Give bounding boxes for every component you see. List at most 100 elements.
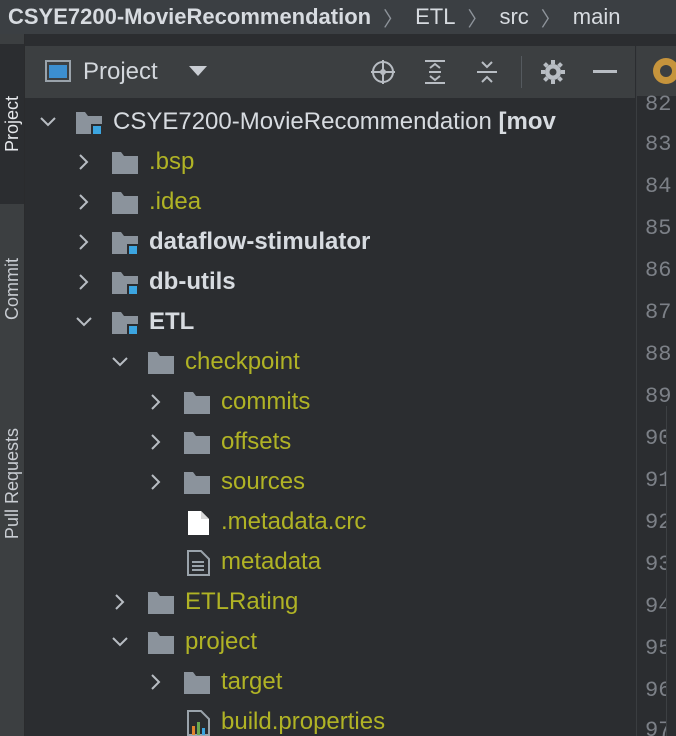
tab-project-label: Project xyxy=(1,95,22,153)
root-name: CSYE7200-MovieRecommendation xyxy=(113,108,492,135)
line-number: 84 xyxy=(645,174,672,199)
tree-label-dataflow-stimulator: dataflow-stimulator xyxy=(149,228,371,255)
tab-commit-label: Commit xyxy=(1,258,22,320)
tree-label-project: project xyxy=(185,628,258,655)
tree-row-offsets[interactable]: offsets xyxy=(25,422,635,462)
text-file-icon xyxy=(187,550,210,576)
tree-label-etl: ETL xyxy=(149,308,195,335)
editor-tab[interactable] xyxy=(637,46,676,96)
tree-row-bsp[interactable]: .bsp xyxy=(25,142,635,182)
chevron-down-icon[interactable] xyxy=(111,633,129,651)
folder-icon xyxy=(184,672,210,694)
chevron-down-icon[interactable] xyxy=(75,313,93,331)
tree-label-root: CSYE7200-MovieRecommendation [mov xyxy=(113,108,556,136)
tree-row-etlrating[interactable]: ETLRating xyxy=(25,582,635,622)
tree-label-db-utils: db-utils xyxy=(149,268,236,295)
chevron-right-icon[interactable] xyxy=(75,193,93,211)
module-folder-icon xyxy=(76,112,103,136)
module-folder-icon xyxy=(112,232,139,256)
breadcrumb: CSYE7200-MovieRecommendation 〉 ETL 〉 src… xyxy=(0,0,676,34)
tree-row-db-utils[interactable]: db-utils xyxy=(25,262,635,302)
line-number: 87 xyxy=(645,300,672,325)
project-panel-header: Project xyxy=(25,46,635,99)
tree-row-checkpoint[interactable]: checkpoint xyxy=(25,342,635,382)
line-number: 88 xyxy=(645,342,672,367)
chevron-right-icon[interactable] xyxy=(75,273,93,291)
file-icon xyxy=(188,511,209,535)
folder-icon xyxy=(112,152,138,174)
tree-label-idea: .idea xyxy=(149,188,202,215)
tree-label-bsp: .bsp xyxy=(149,148,195,175)
editor-area: 82 83 84 85 86 87 88 89 90 91 92 93 94 9… xyxy=(636,46,676,736)
tree-row-sources[interactable]: sources xyxy=(25,462,635,502)
tab-pull-requests-label: Pull Requests xyxy=(1,428,22,540)
line-number: 85 xyxy=(645,216,672,241)
tree-label-metadata-crc: .metadata.crc xyxy=(221,508,367,535)
toolbar-divider xyxy=(521,56,522,88)
chevron-down-icon[interactable] xyxy=(111,353,129,371)
tree-row-etl[interactable]: ETL xyxy=(25,302,635,342)
breadcrumb-main[interactable]: main xyxy=(573,4,621,30)
folder-icon xyxy=(184,432,210,454)
tree-row-dataflow-stimulator[interactable]: dataflow-stimulator xyxy=(25,222,635,262)
folder-icon xyxy=(148,352,174,374)
breadcrumb-etl[interactable]: ETL xyxy=(415,4,455,30)
root-suffix: [mov xyxy=(498,108,556,135)
module-folder-icon xyxy=(112,312,139,336)
tree-label-etlrating: ETLRating xyxy=(185,588,299,615)
expand-all-icon[interactable] xyxy=(421,58,449,86)
gear-icon[interactable] xyxy=(539,58,567,86)
tab-pull-requests[interactable]: Pull Requests xyxy=(0,374,24,594)
overlay-popup-edge xyxy=(666,406,676,736)
chevron-right-icon[interactable] xyxy=(75,153,93,171)
chevron-right-icon[interactable] xyxy=(147,433,165,451)
tree-row-project[interactable]: project xyxy=(25,622,635,662)
folder-icon xyxy=(112,192,138,214)
module-folder-icon xyxy=(112,272,139,296)
project-tree: CSYE7200-MovieRecommendation [mov .bsp .… xyxy=(25,98,635,736)
chevron-right-icon[interactable] xyxy=(111,593,129,611)
folder-icon xyxy=(148,592,174,614)
collapse-all-icon[interactable] xyxy=(473,58,501,86)
tab-commit[interactable]: Commit xyxy=(0,214,24,364)
breadcrumb-separator: 〉 xyxy=(383,8,404,31)
chevron-right-icon[interactable] xyxy=(75,233,93,251)
tree-row-metadata-crc[interactable]: .metadata.crc xyxy=(25,502,635,542)
breadcrumb-src[interactable]: src xyxy=(499,4,528,30)
breadcrumb-separator: 〉 xyxy=(467,8,488,31)
tree-row-target[interactable]: target xyxy=(25,662,635,702)
tree-label-target: target xyxy=(221,668,283,695)
tab-project[interactable]: Project xyxy=(0,44,24,204)
line-number: 86 xyxy=(645,258,672,283)
tree-label-checkpoint: checkpoint xyxy=(185,348,300,375)
tree-label-build-properties: build.properties xyxy=(221,708,386,735)
project-window-icon xyxy=(45,60,71,82)
folder-icon xyxy=(184,472,210,494)
tree-label-sources: sources xyxy=(221,468,306,495)
chevron-right-icon[interactable] xyxy=(147,393,165,411)
chevron-down-icon[interactable] xyxy=(189,66,207,76)
chevron-down-icon[interactable] xyxy=(39,113,57,131)
line-number: 83 xyxy=(645,132,672,157)
breadcrumb-separator: 〉 xyxy=(540,8,561,31)
tree-row-idea[interactable]: .idea xyxy=(25,182,635,222)
project-view-selector[interactable]: Project xyxy=(83,58,158,86)
scala-object-icon xyxy=(653,58,676,84)
locate-icon[interactable] xyxy=(369,58,397,86)
tree-label-offsets: offsets xyxy=(221,428,292,455)
line-number: 82 xyxy=(645,92,672,117)
chevron-right-icon[interactable] xyxy=(147,473,165,491)
tree-row-metadata[interactable]: metadata xyxy=(25,542,635,582)
tree-row-build-properties[interactable]: build.properties xyxy=(25,702,635,736)
properties-file-icon xyxy=(187,710,210,736)
tree-label-metadata: metadata xyxy=(221,548,322,575)
tree-row-commits[interactable]: commits xyxy=(25,382,635,422)
breadcrumb-project[interactable]: CSYE7200-MovieRecommendation xyxy=(8,4,371,30)
folder-icon xyxy=(184,392,210,414)
folder-icon xyxy=(148,632,174,654)
chevron-right-icon[interactable] xyxy=(147,673,165,691)
tool-window-stripe: Project Commit Pull Requests xyxy=(0,34,25,736)
minimize-icon[interactable] xyxy=(591,58,619,86)
tree-row-root[interactable]: CSYE7200-MovieRecommendation [mov xyxy=(25,102,635,142)
tree-label-commits: commits xyxy=(221,388,311,415)
